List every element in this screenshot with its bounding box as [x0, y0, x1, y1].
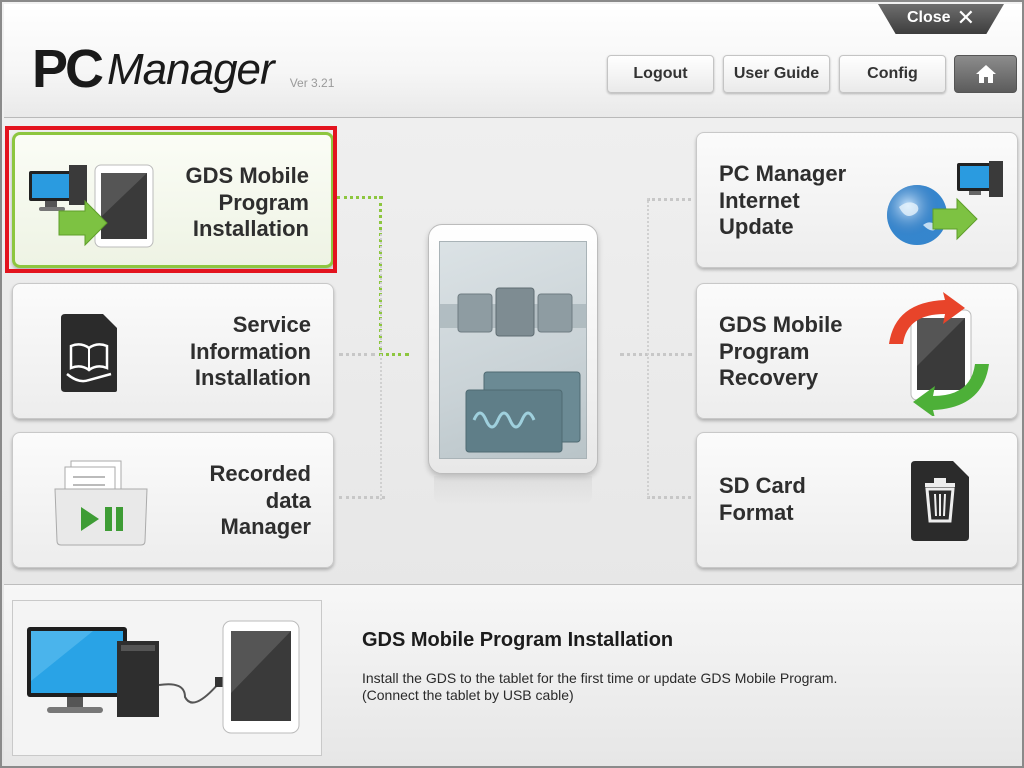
- connector-line: [380, 230, 382, 500]
- tablet-reflection: [434, 476, 592, 506]
- close-icon: ✕: [956, 5, 975, 30]
- tile-label: GDS Mobile Program Recovery: [719, 312, 843, 390]
- tile-pc-manager-internet-update[interactable]: PC Manager Internet Update: [696, 132, 1018, 268]
- tablet-illustration: [428, 224, 598, 474]
- connector-line: [339, 353, 375, 356]
- tile-recorded-data-manager[interactable]: Recorded data Manager: [12, 432, 334, 568]
- tile-label: PC Manager Internet Update: [719, 161, 847, 239]
- config-button[interactable]: Config: [839, 55, 946, 93]
- globe-to-pc-icon: [883, 161, 1007, 256]
- connector-line: [620, 353, 692, 356]
- sd-card-trash-icon: [909, 459, 971, 548]
- tile-sd-card-format[interactable]: SD Card Format: [696, 432, 1018, 568]
- tablet-screen: [439, 241, 587, 459]
- connector-line: [379, 353, 409, 356]
- connector-line: [337, 196, 383, 199]
- home-icon: [975, 65, 996, 83]
- tile-label: Service Information Installation: [190, 312, 311, 390]
- close-button[interactable]: Close ✕: [878, 4, 1004, 34]
- connector-line: [339, 496, 385, 499]
- selection-highlight: [5, 126, 337, 273]
- app-logo: PC Manager Ver 3.21: [32, 36, 334, 96]
- home-button[interactable]: [954, 55, 1017, 93]
- tile-gds-mobile-program-recovery[interactable]: GDS Mobile Program Recovery: [696, 283, 1018, 419]
- folder-play-icon: [53, 459, 149, 554]
- tablet-refresh-icon: [885, 292, 995, 421]
- connector-line: [647, 496, 691, 499]
- connector-line: [647, 198, 691, 201]
- tile-service-information-installation[interactable]: Service Information Installation: [12, 283, 334, 419]
- sd-card-book-icon: [59, 312, 119, 399]
- description-text: Install the GDS to the tablet for the fi…: [362, 670, 837, 704]
- logo-pc: PC: [32, 39, 104, 99]
- version-label: Ver 3.21: [289, 76, 335, 90]
- description-illustration: [12, 600, 322, 756]
- pc-usb-tablet-icon: [27, 620, 300, 734]
- logo-manager: Manager: [107, 45, 275, 94]
- close-label: Close: [906, 9, 951, 26]
- description-title: GDS Mobile Program Installation: [362, 629, 674, 651]
- tile-label: SD Card Format: [719, 473, 806, 525]
- connector-line: [647, 198, 649, 498]
- tile-label: Recorded data Manager: [209, 461, 311, 539]
- logout-button[interactable]: Logout: [607, 55, 714, 93]
- pc-manager-window: PC Manager Ver 3.21 Close ✕ Logout User …: [0, 0, 1024, 768]
- description-line: Install the GDS to the tablet for the fi…: [362, 670, 838, 686]
- user-guide-button[interactable]: User Guide: [723, 55, 830, 93]
- description-line: (Connect the tablet by USB cable): [362, 687, 574, 703]
